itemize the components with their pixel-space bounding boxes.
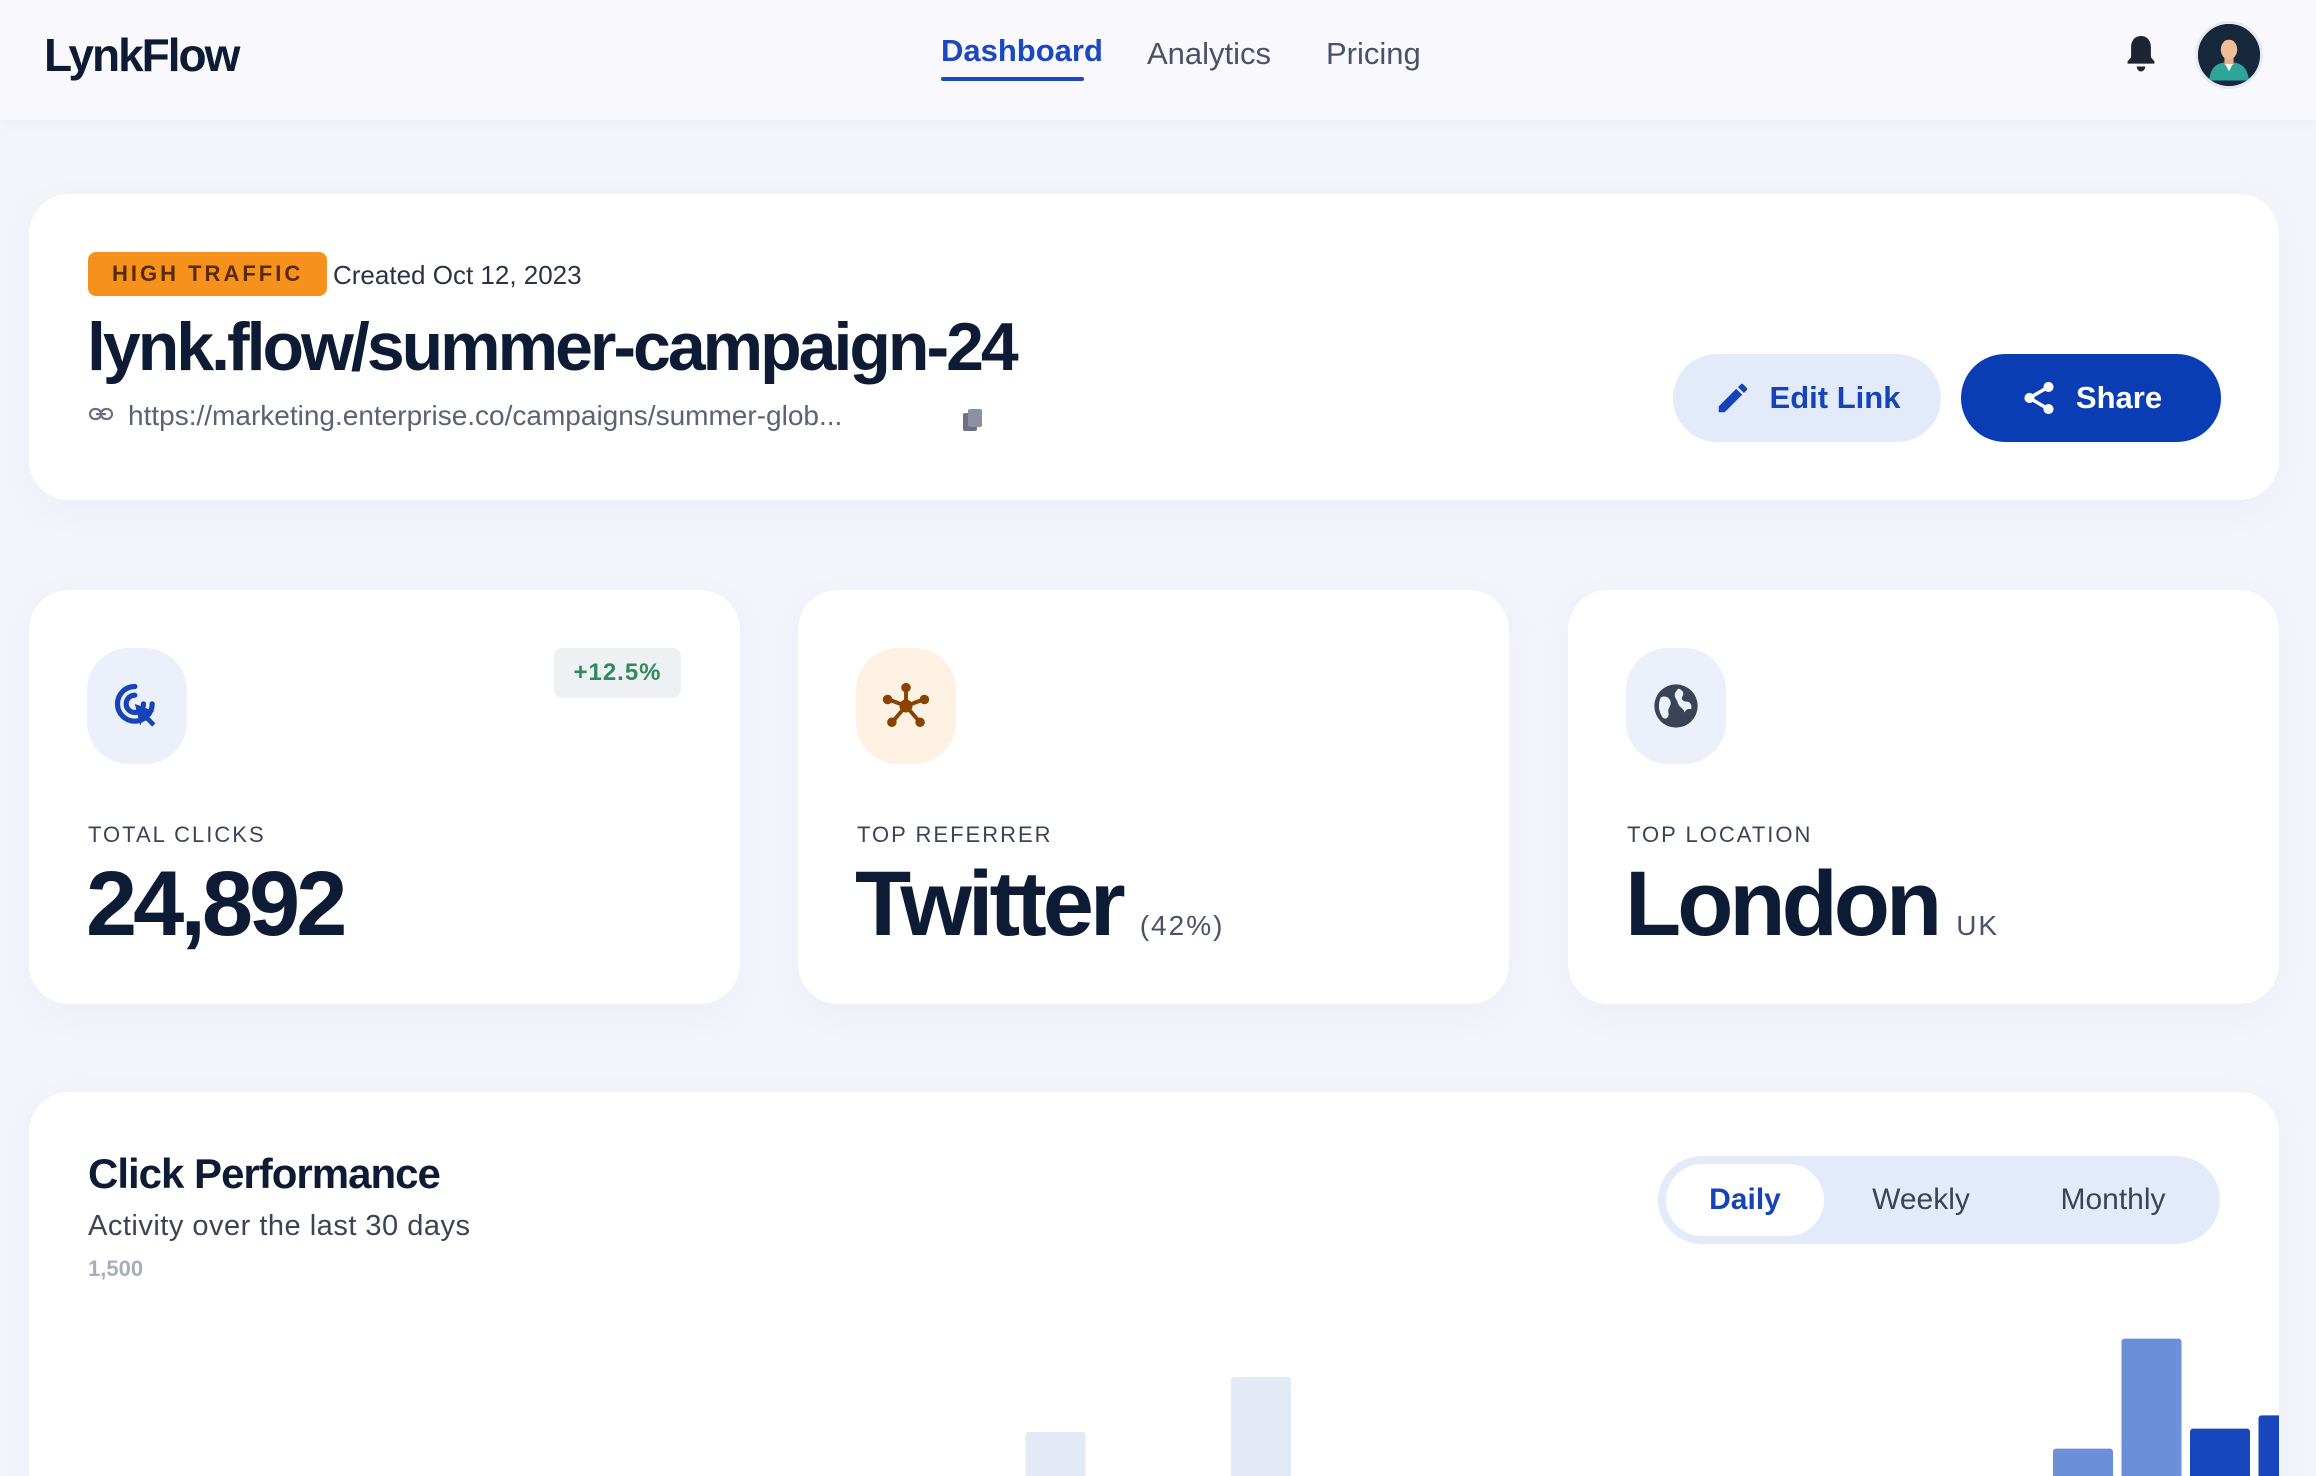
stat-value: 24,892 [86,853,347,955]
created-date: Created Oct 12, 2023 [333,260,582,290]
section-subtitle: Activity over the last 30 days [88,1210,471,1242]
clicks-change-badge: +12.5% [554,648,681,698]
stat-card-top-location: TOP LOCATION London UK [1568,590,2279,1004]
chart-bar[interactable] [2053,1448,2113,1476]
stat-label: TOP LOCATION [1627,822,1813,847]
top-navigation-bar: LynkFlow Dashboard Analytics Pricing [0,0,2316,120]
stat-value: Twitter (42%) [855,852,1224,957]
location-value: London [1625,853,1942,955]
nav-item-dashboard[interactable]: Dashboard [941,33,1103,69]
chart-bar[interactable] [2258,1415,2280,1476]
stat-card-total-clicks: +12.5% TOTAL CLICKS 24,892 [29,590,740,1004]
destination-url: https://marketing.enterprise.co/campaign… [128,400,843,431]
nav-item-pricing[interactable]: Pricing [1326,36,1421,72]
stat-icon-wrap [1626,648,1726,764]
click-performance-card: 1,500 Click Performance Activity over th… [29,1092,2279,1476]
y-tick-label: 1,500 [88,1256,143,1281]
share-icon [2024,381,2054,415]
tab-daily[interactable]: Daily [1666,1164,1824,1236]
chart-bar[interactable] [1025,1432,1086,1476]
main-nav: Dashboard Analytics Pricing [0,30,2316,90]
cursor-click-icon [114,683,156,727]
stat-label: TOTAL CLICKS [88,822,266,847]
stat-label: TOP REFERRER [857,822,1053,847]
stat-value: London UK [1625,852,1999,957]
user-avatar[interactable] [2195,21,2263,89]
share-label: Share [2075,380,2163,415]
stat-icon-wrap [856,648,956,764]
link-icon [89,407,113,421]
pencil-icon [1718,383,1747,413]
stat-icon-wrap [87,648,187,764]
location-country: UK [1956,910,2000,941]
section-title: Click Performance [88,1150,441,1197]
tab-monthly[interactable]: Monthly [2020,1164,2206,1236]
copy-icon[interactable] [962,408,984,432]
traffic-badge: HIGH TRAFFIC [88,252,328,296]
link-summary-card: HIGH TRAFFIC Created Oct 12, 2023 lynk.f… [29,194,2279,500]
referrer-share: (42%) [1139,910,1225,941]
edit-link-button[interactable]: Edit Link [1673,354,1941,442]
network-hub-icon [882,682,930,728]
nav-item-analytics[interactable]: Analytics [1147,36,1271,72]
short-url-title: lynk.flow/summer-campaign-24 [87,309,1019,385]
edit-link-label: Edit Link [1769,380,1901,415]
globe-icon [1654,684,1698,728]
chart-bar[interactable] [2121,1338,2182,1476]
period-toggle: Daily Weekly Monthly [1658,1156,2220,1244]
stat-card-top-referrer: TOP REFERRER Twitter (42%) [798,590,1509,1004]
share-button[interactable]: Share [1961,354,2221,442]
user-portrait-icon [2198,24,2260,86]
bell-icon[interactable] [2124,33,2158,73]
chart-bar[interactable] [1231,1377,1291,1476]
chart-bar[interactable] [2190,1428,2250,1476]
tab-weekly[interactable]: Weekly [1836,1164,2006,1236]
referrer-value: Twitter [855,853,1126,955]
nav-active-indicator [941,77,1084,81]
